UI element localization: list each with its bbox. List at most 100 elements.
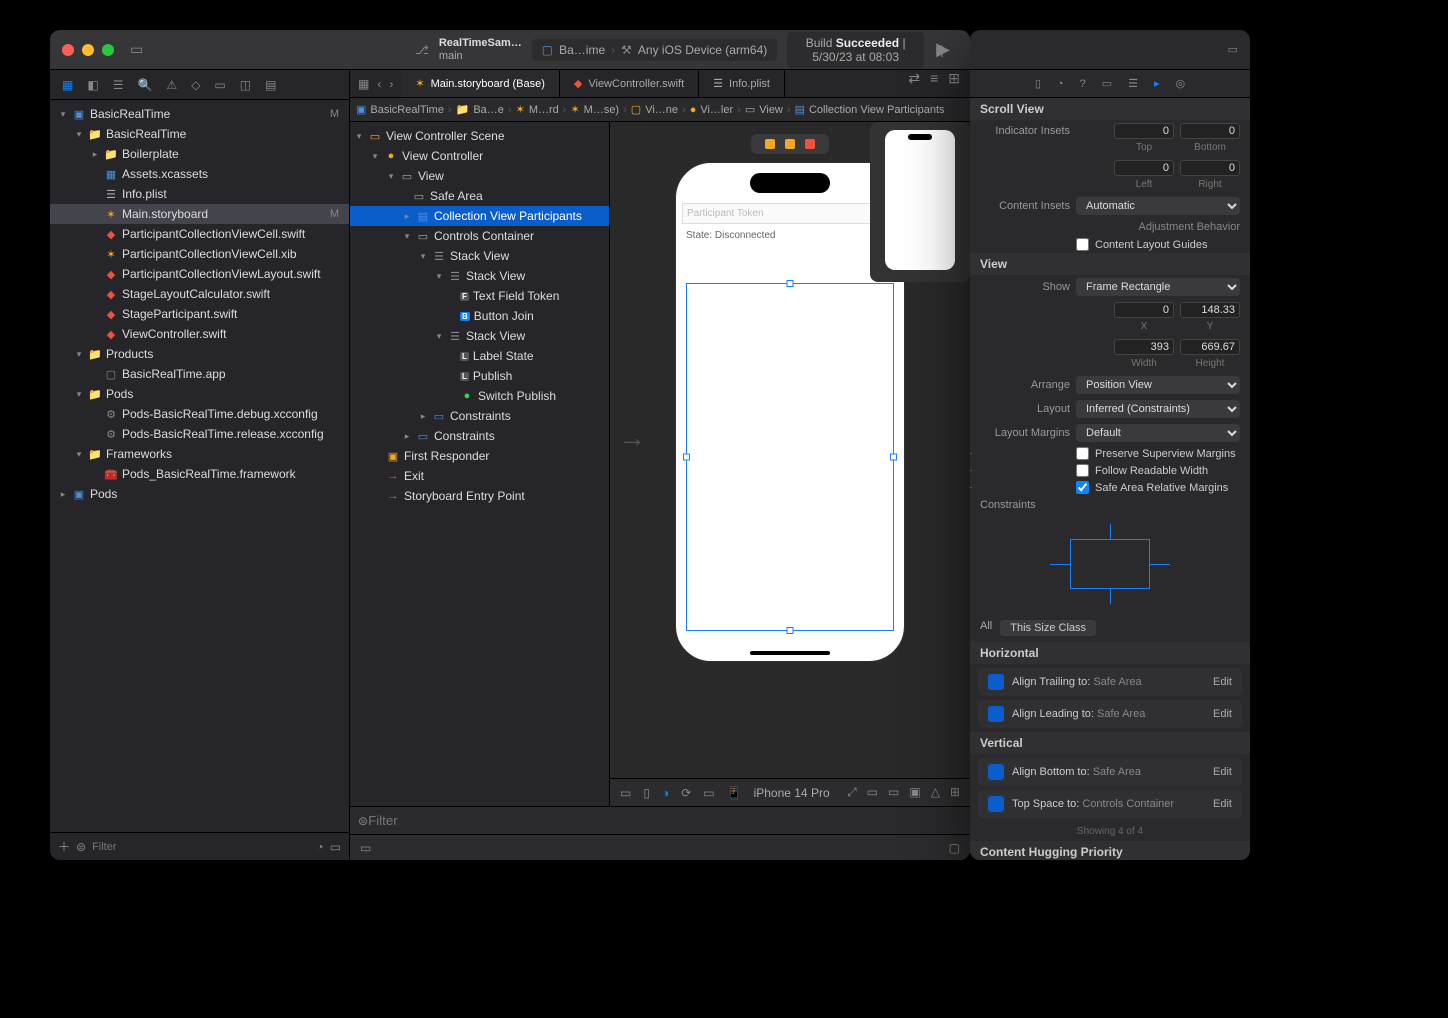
debug-toggle-icon[interactable]: ▭: [360, 841, 371, 855]
outline-exit[interactable]: →Exit: [350, 466, 609, 486]
edit-button[interactable]: Edit: [1213, 766, 1232, 778]
vc-dock-icon[interactable]: [765, 139, 775, 149]
preserve-margins-check[interactable]: +Preserve Superview Margins: [970, 445, 1250, 462]
file-inspector-icon[interactable]: ▯: [1035, 77, 1041, 90]
issue-icon[interactable]: ⚠: [166, 78, 177, 92]
report-icon[interactable]: ▤: [265, 78, 276, 92]
tab-viewcontroller[interactable]: ◆ViewController.swift: [560, 70, 699, 97]
outline-vc[interactable]: ▾●View Controller: [350, 146, 609, 166]
outline-textfield[interactable]: FText Field Token: [350, 286, 609, 306]
arrange-select[interactable]: Position View: [1076, 376, 1240, 394]
zoom-fit-icon[interactable]: ⤢: [847, 785, 857, 800]
identity-inspector-icon[interactable]: ▭: [1102, 77, 1112, 90]
inset-bottom-field[interactable]: [1180, 123, 1240, 139]
edit-button[interactable]: Edit: [1213, 708, 1232, 720]
outline-first-responder[interactable]: ▣First Responder: [350, 446, 609, 466]
edit-button[interactable]: Edit: [1213, 798, 1232, 810]
back-icon[interactable]: ‹: [377, 77, 381, 91]
outline-label-state[interactable]: LLabel State: [350, 346, 609, 366]
tree-project-root[interactable]: ▾▣BasicRealTimeM: [50, 104, 349, 124]
outline-constraints-inner[interactable]: ▸▭Constraints: [350, 406, 609, 426]
constraints-diagram[interactable]: [1020, 524, 1200, 604]
outline-entry-point[interactable]: →Storyboard Entry Point: [350, 486, 609, 506]
embed-icon[interactable]: ▭: [867, 785, 878, 800]
zoom-button[interactable]: [102, 44, 114, 56]
history-inspector-icon[interactable]: ◔: [1057, 78, 1064, 90]
help-inspector-icon[interactable]: ?: [1080, 78, 1086, 90]
outline-stack3[interactable]: ▾☰Stack View: [350, 326, 609, 346]
inset-right-field[interactable]: [1180, 160, 1240, 176]
branch-indicator[interactable]: RealTimeSam… main: [439, 37, 522, 61]
constraint-bottom[interactable]: Align Bottom to: Safe AreaEdit: [978, 758, 1242, 786]
scheme-selector[interactable]: ▢ Ba…ime › ⚒ Any iOS Device (arm64): [532, 39, 778, 61]
console-icon[interactable]: ▢: [949, 841, 960, 855]
layout-select[interactable]: Inferred (Constraints): [1076, 400, 1240, 418]
test-icon[interactable]: ◇: [191, 78, 200, 92]
tree-target[interactable]: ▾📁BasicRealTime: [50, 124, 349, 144]
inspector-body[interactable]: Scroll View Indicator Insets TopBottom L…: [970, 98, 1250, 860]
y-field[interactable]: [1180, 302, 1240, 318]
pin-icon[interactable]: ▣: [909, 785, 920, 800]
navigator-filter-input[interactable]: [92, 841, 310, 853]
tree-cell-swift[interactable]: ◆ParticipantCollectionViewCell.swift: [50, 224, 349, 244]
outline-switch-publish[interactable]: ●Switch Publish: [350, 386, 609, 406]
size-inspector-icon[interactable]: ▸: [1154, 77, 1160, 90]
related-items-icon[interactable]: ▦: [358, 77, 369, 91]
tree-pod-debug[interactable]: ⚙Pods-BasicRealTime.debug.xcconfig: [50, 404, 349, 424]
tab-storyboard[interactable]: ✶Main.storyboard (Base): [401, 70, 560, 97]
swap-icon[interactable]: ⇄: [908, 70, 920, 97]
sidebar-toggle-icon[interactable]: ▭: [130, 41, 143, 58]
file-tree[interactable]: ▾▣BasicRealTimeM ▾📁BasicRealTime ▸📁Boile…: [50, 100, 349, 832]
adjust-icon[interactable]: ≡: [930, 70, 938, 97]
clock-icon[interactable]: ◔: [316, 840, 323, 854]
resolve-icon[interactable]: △: [931, 785, 940, 800]
outline-toggle-icon[interactable]: ▭: [620, 786, 631, 800]
selection-box[interactable]: [686, 283, 894, 631]
constraint-leading[interactable]: Align Leading to: Safe AreaEdit: [978, 700, 1242, 728]
content-insets-select[interactable]: Automatic: [1076, 197, 1240, 215]
safearea-margins-check[interactable]: +Safe Area Relative Margins: [970, 479, 1250, 496]
outline-stack1[interactable]: ▾☰Stack View: [350, 246, 609, 266]
orientation-icon[interactable]: ⟳: [681, 786, 691, 800]
outline-view[interactable]: ▾▭View: [350, 166, 609, 186]
close-button[interactable]: [62, 44, 74, 56]
scene-dock[interactable]: [751, 134, 829, 154]
tree-pods-root[interactable]: ▸▣Pods: [50, 484, 349, 504]
this-size-class-pill[interactable]: This Size Class: [1000, 620, 1096, 636]
jump-bar[interactable]: ▣BasicRealTime› 📁Ba…e› ✶M…rd› ✶M…se)› ▢V…: [350, 98, 970, 122]
align-icon[interactable]: ▭: [888, 785, 899, 800]
find-icon[interactable]: 🔍: [137, 78, 152, 92]
tree-stage-participant[interactable]: ◆StageParticipant.swift: [50, 304, 349, 324]
minimize-button[interactable]: [82, 44, 94, 56]
constraint-trailing[interactable]: Align Trailing to: Safe AreaEdit: [978, 668, 1242, 696]
minimap[interactable]: [870, 122, 970, 282]
tree-viewcontroller[interactable]: ◆ViewController.swift: [50, 324, 349, 344]
readable-width-check[interactable]: +Follow Readable Width: [970, 462, 1250, 479]
appearance-icon[interactable]: ◑: [662, 786, 669, 800]
source-control-icon[interactable]: ◧: [87, 78, 98, 92]
adjust-editor-icon[interactable]: ▯: [643, 786, 650, 800]
breakpoint-icon[interactable]: ◫: [240, 78, 251, 92]
all-pill[interactable]: All: [980, 620, 992, 636]
tree-frameworks[interactable]: ▾📁Frameworks: [50, 444, 349, 464]
symbol-nav-icon[interactable]: ☰: [113, 78, 124, 92]
tree-pods-group[interactable]: ▾📁Pods: [50, 384, 349, 404]
add-tab-icon[interactable]: ＋: [934, 38, 950, 62]
attributes-inspector-icon[interactable]: ☰: [1128, 77, 1138, 90]
ib-canvas[interactable]: → Participant Token State: Disconnected …: [610, 122, 970, 806]
constraint-top[interactable]: Top Space to: Controls ContainerEdit: [978, 790, 1242, 818]
document-outline[interactable]: ▾▭View Controller Scene ▾●View Controlle…: [350, 122, 610, 806]
outline-safearea[interactable]: ▭Safe Area: [350, 186, 609, 206]
debug-icon[interactable]: ▭: [214, 78, 225, 92]
tree-pod-fw[interactable]: 🧰Pods_BasicRealTime.framework: [50, 464, 349, 484]
folder-icon[interactable]: ▦: [62, 78, 73, 92]
scm-filter-icon[interactable]: ▭: [330, 840, 341, 854]
tree-cell-xib[interactable]: ✶ParticipantCollectionViewCell.xib: [50, 244, 349, 264]
layout-margins-select[interactable]: Default: [1076, 424, 1240, 442]
library-icon[interactable]: ⊞: [950, 785, 960, 800]
height-field[interactable]: [1180, 339, 1240, 355]
panel-toggle-icon[interactable]: ▭: [1228, 43, 1238, 56]
tree-stage-layout[interactable]: ◆StageLayoutCalculator.swift: [50, 284, 349, 304]
tree-products[interactable]: ▾📁Products: [50, 344, 349, 364]
exit-dock-icon[interactable]: [805, 139, 815, 149]
